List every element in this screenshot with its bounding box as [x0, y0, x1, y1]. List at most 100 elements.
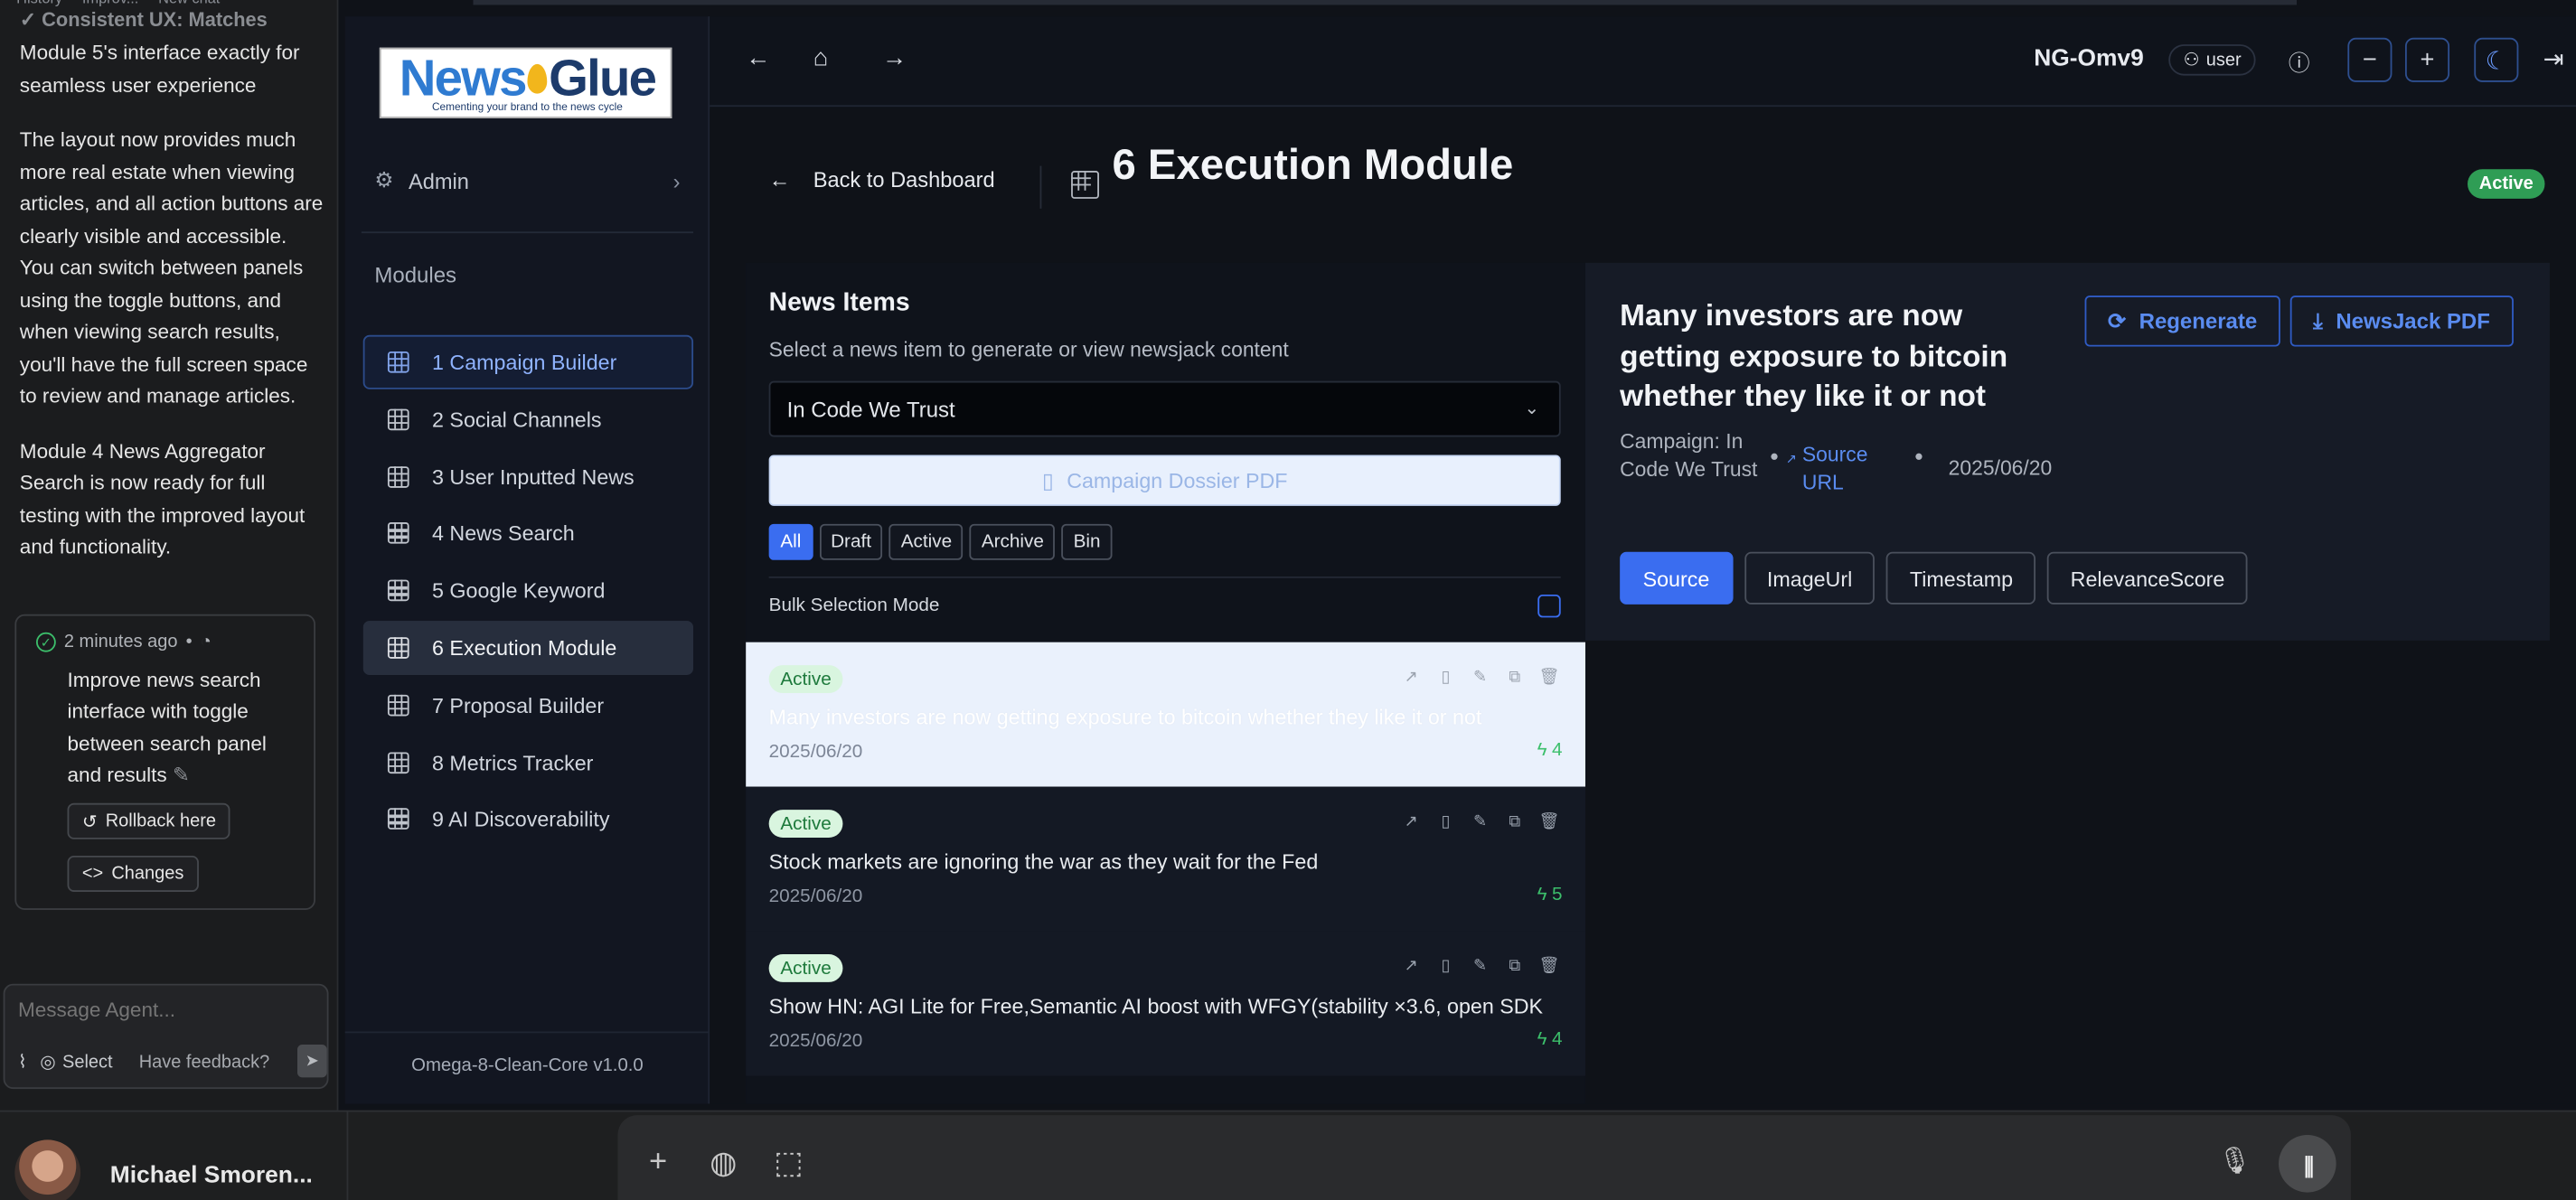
sidebar-item-8-metrics-tracker[interactable]: 8 Metrics Tracker: [363, 736, 693, 790]
sidebar-item-7-proposal-builder[interactable]: 7 Proposal Builder: [363, 678, 693, 732]
forward-arrow-icon[interactable]: →: [882, 44, 907, 72]
rollback-icon: ↺: [81, 811, 98, 832]
zoom-in-button[interactable]: +: [2404, 37, 2450, 82]
edit-icon[interactable]: ✎: [1471, 956, 1490, 976]
zoom-out-button[interactable]: −: [2347, 37, 2393, 82]
logout-icon[interactable]: ⇥: [2543, 44, 2564, 74]
app-root: History Improv... New chat ✓ Consistent …: [0, 0, 2576, 1200]
external-link-icon[interactable]: ↗: [1401, 956, 1421, 976]
tab-timestamp[interactable]: Timestamp: [1886, 551, 2036, 605]
globe-icon[interactable]: ◍: [710, 1145, 737, 1183]
sidebar-item-2-social-channels[interactable]: 2 Social Channels: [363, 392, 693, 446]
trash-icon[interactable]: 🗑︎: [1538, 667, 1559, 687]
tab-source[interactable]: Source: [1620, 551, 1733, 605]
sidebar-item-9-ai-discoverability[interactable]: 9 AI Discoverability: [363, 792, 693, 847]
document-icon[interactable]: ▯: [1436, 811, 1456, 831]
copy-icon[interactable]: ⧉: [1505, 956, 1525, 976]
tab-relevancescore[interactable]: RelevanceScore: [2047, 551, 2248, 605]
news-item[interactable]: Active ↗ ▯ ✎ ⧉ 🗑︎ Show HN: AGI Lite for Free,S…: [746, 931, 1585, 1076]
status-badge: Active: [768, 665, 843, 694]
microphone-icon[interactable]: 🎙︎: [2218, 1145, 2252, 1177]
agent-faded-line: ✓ Consistent UX: Matches: [19, 8, 268, 32]
campaign-dossier-pdf-button[interactable]: ▯ Campaign Dossier PDF: [768, 455, 1561, 506]
voice-mode-button[interactable]: |||: [2279, 1134, 2336, 1193]
bulk-selection-checkbox[interactable]: [1537, 594, 1561, 618]
sidebar-item-6-execution-module[interactable]: 6 Execution Module: [362, 621, 694, 676]
edit-icon[interactable]: ✎: [1471, 811, 1490, 831]
filter-draft-button[interactable]: Draft: [819, 523, 883, 560]
sidebar-item-label: 8 Metrics Tracker: [432, 749, 594, 775]
admin-menu[interactable]: ⚙ Admin ›: [374, 164, 680, 197]
avatar[interactable]: [14, 1139, 81, 1200]
page-title: 6 Execution Module: [1112, 139, 1514, 190]
sidebar-item-label: 3 User Inputted News: [432, 464, 635, 489]
divider: [1039, 165, 1042, 209]
divider: [344, 1031, 710, 1034]
external-link-icon[interactable]: ↗: [1401, 667, 1421, 687]
sidebar-item-1-campaign-builder[interactable]: 1 Campaign Builder: [362, 334, 694, 389]
logo-glue-text: Glue: [549, 49, 657, 108]
source-url-link[interactable]: ↗ Source URL: [1786, 442, 1901, 499]
home-icon[interactable]: ⌂: [813, 44, 828, 72]
news-item-headline: Show HN: AGI Lite for Free,Semantic AI b…: [768, 993, 1544, 1018]
copy-icon[interactable]: ⧉: [1505, 667, 1525, 687]
detail-date: 2025/06/20: [1948, 456, 2053, 480]
newsjack-detail-panel: Many investors are now getting exposure …: [1584, 262, 2550, 641]
tab-imageurl[interactable]: ImageUrl: [1744, 551, 1876, 605]
news-items-subtitle: Select a news item to generate or view n…: [768, 338, 1289, 361]
user-badge[interactable]: ⚇ user: [2168, 44, 2257, 76]
sidebar-item-5-google-keyword[interactable]: 5 Google Keyword: [363, 564, 693, 618]
changes-button[interactable]: <> Changes: [67, 855, 199, 892]
filter-archive-button[interactable]: Archive: [970, 523, 1056, 560]
news-item[interactable]: Active ↗ ▯ ✎ ⧉ 🗑︎ Many investors are now getti…: [746, 642, 1585, 787]
trash-icon[interactable]: 🗑︎: [1538, 811, 1559, 831]
send-button[interactable]: ➤: [296, 1044, 327, 1078]
edit-icon[interactable]: ✎: [1471, 667, 1490, 687]
select-button[interactable]: ◎ Select: [40, 1051, 112, 1073]
sidebar-item-label: 9 AI Discoverability: [432, 807, 610, 832]
top-scrollbar[interactable]: [473, 0, 2298, 5]
score-value: 4: [1552, 740, 1563, 761]
back-to-dashboard-button[interactable]: ← Back to Dashboard: [769, 167, 995, 192]
attach-icon[interactable]: ⌇: [18, 1051, 27, 1073]
campaign-select[interactable]: In Code We Trust ⌄: [768, 380, 1561, 437]
table-icon: [387, 351, 409, 373]
sidebar-item-4-news-search[interactable]: 4 News Search: [363, 507, 693, 561]
filter-active-button[interactable]: Active: [888, 523, 964, 560]
feedback-link[interactable]: Have feedback?: [139, 1052, 269, 1072]
table-icon: [387, 522, 409, 545]
news-item-actions: ↗ ▯ ✎ ⧉ 🗑︎: [1401, 811, 1560, 831]
newsglue-logo[interactable]: News Glue Cementing your brand to the new…: [379, 47, 672, 118]
newsjack-pdf-button[interactable]: ⤓ NewsJack PDF: [2289, 295, 2514, 347]
relevance-score: ϟ4: [1537, 741, 1563, 761]
document-icon[interactable]: ▯: [1436, 667, 1456, 687]
news-item[interactable]: Active ↗ ▯ ✎ ⧉ 🗑︎ Stock markets are ignoring t…: [746, 786, 1585, 932]
pencil-icon[interactable]: ✎: [173, 764, 190, 786]
sidebar-item-label: 5 Google Keyword: [432, 578, 606, 604]
filter-bin-button[interactable]: Bin: [1061, 523, 1113, 560]
bolt-icon: ϟ: [1537, 740, 1547, 761]
filter-all-button[interactable]: All: [768, 523, 813, 560]
bottom-bar: Michael Smoren... + ◍ ⬚ 🎙︎ |||: [0, 1110, 2576, 1200]
moon-icon[interactable]: ☾: [2474, 37, 2519, 82]
document-icon[interactable]: ▯: [1436, 956, 1456, 976]
glue-drop-icon: [527, 63, 548, 94]
sidebar-item-3-user-inputted-news[interactable]: 3 User Inputted News: [363, 449, 693, 503]
relevance-score: ϟ5: [1537, 886, 1563, 905]
copy-icon[interactable]: ⧉: [1505, 811, 1525, 831]
message-box: ⌇ ◎ Select Have feedback? ➤: [3, 983, 329, 1090]
user-name: Michael Smoren...: [109, 1162, 313, 1189]
message-agent-input[interactable]: [17, 998, 315, 1022]
gear-icon: ⚙: [374, 167, 394, 192]
agent-message-paragraph: The layout now provides much more real e…: [19, 127, 324, 408]
external-link-icon[interactable]: ↗: [1401, 811, 1421, 831]
bulk-selection-label: Bulk Selection Mode: [768, 595, 940, 616]
help-icon[interactable]: ⓘ: [2289, 46, 2310, 78]
rollback-button[interactable]: ↺ Rollback here: [67, 802, 231, 839]
plus-icon[interactable]: +: [649, 1145, 667, 1181]
regenerate-button[interactable]: ⟳ Regenerate: [2084, 295, 2280, 347]
rollback-label: Rollback here: [105, 811, 216, 831]
cursor-select-icon[interactable]: ⬚: [774, 1145, 804, 1183]
trash-icon[interactable]: 🗑︎: [1538, 956, 1559, 976]
back-arrow-icon[interactable]: ←: [746, 44, 770, 72]
